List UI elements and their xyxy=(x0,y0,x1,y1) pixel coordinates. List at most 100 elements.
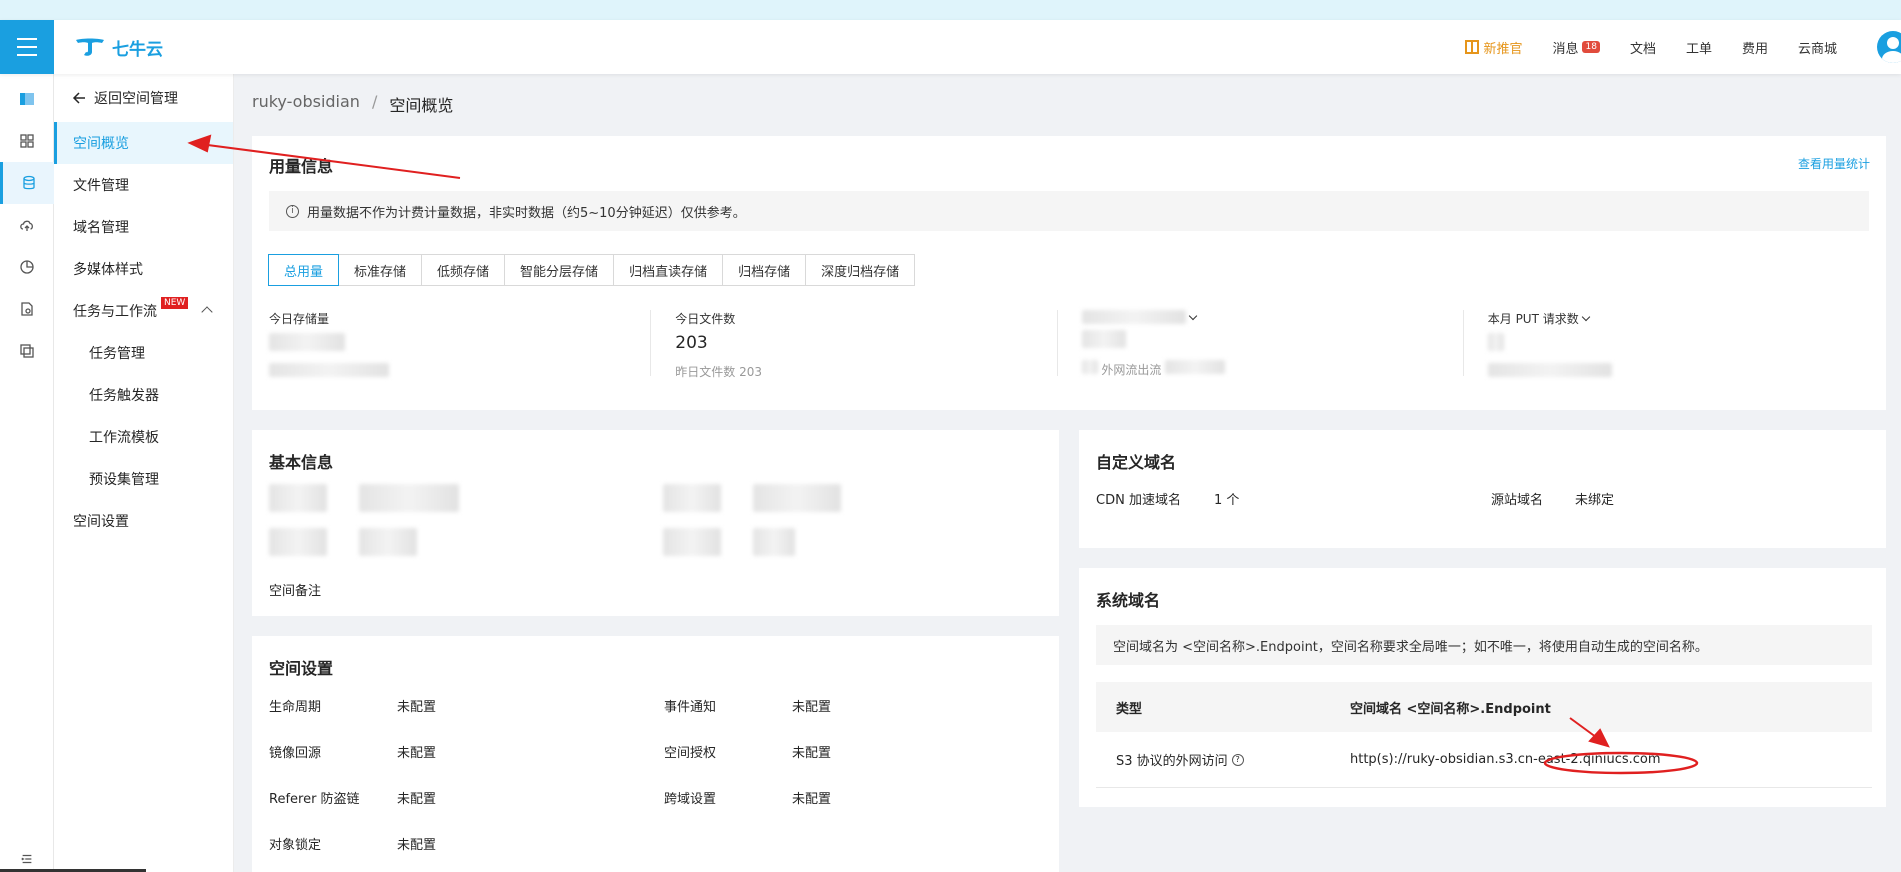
setting-object-lock[interactable]: 对象锁定 未配置 xyxy=(269,834,436,853)
system-domain-notice: 空间域名为 <空间名称>.Endpoint，空间名称要求全局唯一；如不唯一，将使… xyxy=(1096,625,1872,665)
tab-intelligent-tiering[interactable]: 智能分层存储 xyxy=(504,254,615,286)
sidebar-item-domains[interactable]: 域名管理 xyxy=(54,206,233,248)
tickets-link[interactable]: 工单 xyxy=(1686,38,1712,57)
sidebar-item-presets[interactable]: 预设集管理 xyxy=(54,458,233,500)
setting-referer[interactable]: Referer 防盗链 未配置 xyxy=(269,788,436,807)
tab-infrequent[interactable]: 低频存储 xyxy=(421,254,506,286)
tab-deep-archive[interactable]: 深度归档存储 xyxy=(805,254,916,286)
sidebar-item-overview[interactable]: 空间概览 xyxy=(54,122,233,164)
setting-lifecycle[interactable]: 生命周期 未配置 xyxy=(269,696,436,715)
setting-value: 未配置 xyxy=(792,792,832,807)
question-icon[interactable]: ? xyxy=(1231,753,1244,766)
basic-info-card: 基本信息 空间备注 xyxy=(252,430,1059,616)
cdn-domain-count[interactable]: 1 个 xyxy=(1214,493,1239,508)
sidebar-item-files[interactable]: 文件管理 xyxy=(54,164,233,206)
back-to-bucket-list-link[interactable]: 返回空间管理 xyxy=(54,74,233,122)
blurred-value xyxy=(1081,330,1126,348)
stat-label: 今日存储量 xyxy=(269,312,330,326)
sidebar-item-workflow-templates[interactable]: 工作流模板 xyxy=(54,416,233,458)
tab-archive-ir[interactable]: 归档直读存储 xyxy=(613,254,724,286)
chevron-up-icon xyxy=(201,306,213,318)
messages-count-badge: 18 xyxy=(1582,41,1600,53)
avatar[interactable] xyxy=(1877,31,1901,63)
promo-link[interactable]: 新推官 xyxy=(1465,38,1522,57)
top-banner xyxy=(0,0,1901,20)
messages-link[interactable]: 消息 18 xyxy=(1552,38,1600,57)
custom-domain-card: 自定义域名 CDN 加速域名 1 个 源站域名 未绑定 xyxy=(1079,430,1886,548)
blurred-value xyxy=(359,528,417,556)
setting-authorization[interactable]: 空间授权 未配置 xyxy=(664,742,831,761)
origin-domain-row: 源站域名 未绑定 xyxy=(1491,489,1614,508)
blurred-value xyxy=(663,484,721,512)
table-header: 类型 空间域名 <空间名称>.Endpoint xyxy=(1096,682,1872,732)
top-header: 七牛云 新推官 消息 18 文档 工单 费用 云商城 xyxy=(0,20,1901,74)
sidebar-item-tasks-workflows[interactable]: 任务与工作流 NEW xyxy=(54,290,233,332)
setting-key: 空间授权 xyxy=(664,746,717,761)
sidebar-item-media-styles[interactable]: 多媒体样式 xyxy=(54,248,233,290)
setting-value: 未配置 xyxy=(397,746,437,761)
blurred-value xyxy=(359,484,459,512)
setting-value: 未配置 xyxy=(792,700,832,715)
billing-link[interactable]: 费用 xyxy=(1742,38,1768,57)
tasks-workflows-label: 任务与工作流 xyxy=(73,304,157,320)
sidebar-item-task-triggers[interactable]: 任务触发器 xyxy=(54,374,233,416)
tab-archive[interactable]: 归档存储 xyxy=(722,254,807,286)
row-type-cell: S3 协议的外网访问? xyxy=(1096,750,1350,769)
rail-pie-chart-icon[interactable] xyxy=(0,246,54,288)
setting-key: Referer 防盗链 xyxy=(269,792,360,807)
logo[interactable]: 七牛云 xyxy=(74,34,163,60)
tab-total[interactable]: 总用量 xyxy=(268,254,340,286)
origin-domain-label: 源站域名 xyxy=(1491,493,1544,508)
docs-link[interactable]: 文档 xyxy=(1630,38,1656,57)
usage-notice: i 用量数据不作为计费计量数据，非实时数据（约5~10分钟延迟）仅供参考。 xyxy=(269,191,1869,231)
col-type-header: 类型 xyxy=(1116,701,1143,717)
space-remark-label: 空间备注 xyxy=(269,584,322,599)
sidebar-item-task-management[interactable]: 任务管理 xyxy=(54,332,233,374)
tab-standard[interactable]: 标准存储 xyxy=(338,254,423,286)
rail-apps-icon[interactable] xyxy=(0,120,54,162)
logo-text: 七牛云 xyxy=(112,39,163,60)
setting-key: 镜像回源 xyxy=(269,746,322,761)
usage-notice-text: 用量数据不作为计费计量数据，非实时数据（约5~10分钟延迟）仅供参考。 xyxy=(307,205,746,221)
blurred-value xyxy=(269,528,327,556)
setting-key: 事件通知 xyxy=(664,700,717,715)
breadcrumb-separator: / xyxy=(371,92,378,111)
blurred-value xyxy=(1081,360,1098,374)
breadcrumb: ruky-obsidian / 空间概览 xyxy=(252,92,453,116)
stat-month-outbound-traffic[interactable]: 外网流出流 xyxy=(1056,310,1463,377)
setting-value: 未配置 xyxy=(397,792,437,807)
setting-event-notify[interactable]: 事件通知 未配置 xyxy=(664,696,831,715)
setting-key: 对象锁定 xyxy=(269,838,322,853)
breadcrumb-bucket[interactable]: ruky-obsidian xyxy=(252,92,360,116)
row-type-text: S3 协议的外网访问 xyxy=(1116,754,1228,769)
space-settings-card: 空间设置 生命周期 未配置 事件通知 未配置 镜像回源 未配置 空间授权 未配置 Ref… xyxy=(252,636,1059,872)
origin-domain-value: 未绑定 xyxy=(1575,493,1615,508)
space-settings-title: 空间设置 xyxy=(269,659,334,678)
blurred-value xyxy=(1487,363,1612,377)
view-usage-stats-link[interactable]: 查看用量统计 xyxy=(1798,155,1870,172)
marketplace-link[interactable]: 云商城 xyxy=(1798,38,1837,57)
stat-label: 今日文件数 xyxy=(675,312,736,326)
rail-storage-icon[interactable] xyxy=(0,162,54,204)
stat-month-put-requests[interactable]: 本月 PUT 请求数 xyxy=(1462,310,1869,377)
chevron-down-icon xyxy=(1188,311,1197,320)
sidebar-item-space-settings[interactable]: 空间设置 xyxy=(54,500,233,542)
rail-cloud-upload-icon[interactable] xyxy=(0,204,54,246)
secondary-sidebar: 返回空间管理 空间概览 文件管理 域名管理 多媒体样式 任务与工作流 NEW 任… xyxy=(54,74,234,872)
back-link-label: 返回空间管理 xyxy=(94,91,178,107)
usage-title: 用量信息 xyxy=(269,157,334,176)
menu-icon[interactable] xyxy=(0,20,54,74)
rail-collapse-icon[interactable] xyxy=(0,852,54,866)
rail-copy-icon[interactable] xyxy=(0,330,54,372)
blurred-value xyxy=(1487,333,1504,351)
info-icon: i xyxy=(286,204,299,218)
rail-overview-icon[interactable] xyxy=(0,78,54,120)
row-domain-cell[interactable]: http(s)://ruky-obsidian.s3.cn-east-2.qin… xyxy=(1350,752,1872,767)
setting-cors[interactable]: 跨域设置 未配置 xyxy=(664,788,831,807)
setting-mirror[interactable]: 镜像回源 未配置 xyxy=(269,742,436,761)
breadcrumb-current: 空间概览 xyxy=(389,96,454,115)
rail-file-settings-icon[interactable] xyxy=(0,288,54,330)
blurred-value xyxy=(753,484,841,512)
blurred-value xyxy=(1165,360,1226,374)
setting-value: 未配置 xyxy=(792,746,832,761)
